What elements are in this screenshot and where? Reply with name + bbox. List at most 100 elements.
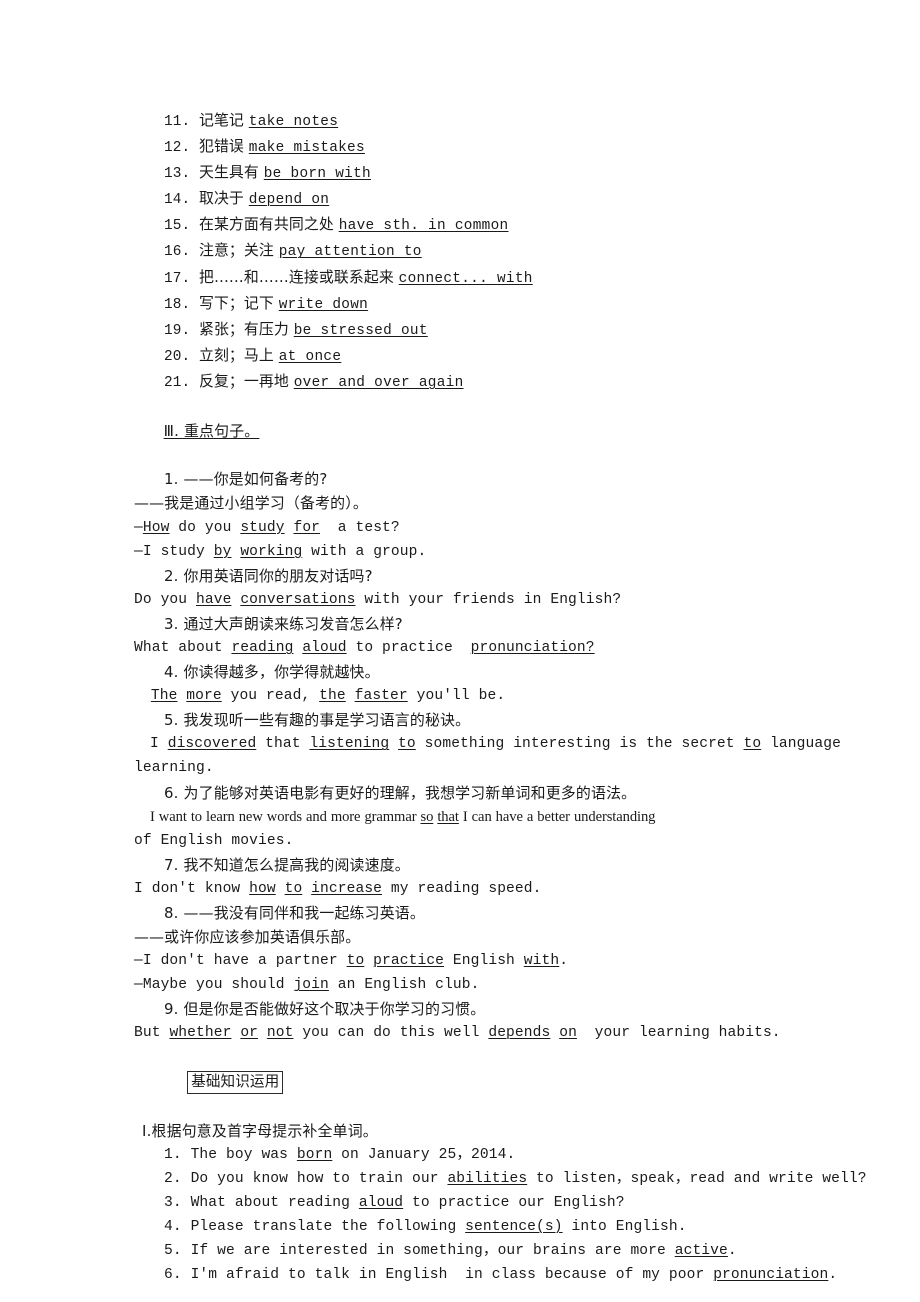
underlined-answer: for	[293, 519, 321, 536]
vocabulary-item-chinese: 反复；一再地	[198, 371, 294, 390]
underlined-answer: active	[674, 1243, 728, 1260]
plain-text: I can have a better understanding	[458, 808, 656, 825]
dash-prefix: —	[134, 519, 143, 536]
plain-text: Do you	[134, 591, 197, 608]
vocabulary-item-number: 15.	[164, 218, 199, 235]
sentence-line-english: But whether or not you can do this well …	[134, 1021, 794, 1045]
sentence-line-chinese: 9. 但是你是否能做好这个取决于你学习的习惯。	[164, 1000, 486, 1019]
plain-text	[231, 1025, 240, 1041]
exercise-item-number: 2.	[164, 1170, 191, 1187]
sentence-line-english: Do you have conversations with your frie…	[134, 588, 794, 612]
plain-text	[231, 544, 240, 560]
underlined-answer: pronunciation	[713, 1267, 829, 1284]
plain-text: The boy was	[190, 1146, 297, 1163]
exercise-item-number: 5.	[164, 1243, 191, 1260]
underlined-answer: aloud	[358, 1194, 404, 1211]
plain-text: I	[150, 736, 168, 753]
vocabulary-item-chinese: 天生具有	[198, 163, 264, 182]
underlined-answer: study	[240, 519, 285, 536]
exercise-item: 3. What about reading aloud to practice …	[134, 1191, 794, 1215]
vocabulary-item-number: 12.	[164, 140, 199, 157]
sentence-line-chinese: 5. 我发现听一些有趣的事是学习语言的秘诀。	[164, 711, 471, 730]
sentence-line-english: What about reading aloud to practice pro…	[134, 636, 794, 660]
exercise-item-number: 4.	[164, 1218, 191, 1235]
vocabulary-item-english: be stressed out	[293, 322, 428, 339]
plain-text: English	[444, 953, 524, 970]
underlined-answer: to	[398, 736, 416, 753]
vocabulary-item-number: 20.	[164, 348, 199, 365]
underlined-answer: or	[240, 1025, 259, 1042]
dash-prefix: —	[134, 543, 143, 560]
vocabulary-item-number: 18.	[164, 296, 199, 313]
page-content: 11. 记笔记 take notes 12. 犯错误 make mistakes 1…	[134, 108, 866, 1288]
plain-text	[346, 688, 355, 704]
sentence-line-english: I discovered that listening to something…	[134, 732, 841, 756]
vocabulary-item-english: make mistakes	[248, 140, 365, 157]
vocabulary-item: 15. 在某方面有共同之处 have sth. in common	[134, 212, 794, 238]
vocabulary-item-number: 16.	[164, 244, 199, 261]
vocabulary-item-chinese: 在某方面有共同之处	[198, 215, 339, 234]
sentence-line-chinese: 8. ——我没有同伴和我一起练习英语。	[164, 904, 425, 922]
plain-text: Maybe you should	[142, 977, 294, 994]
vocabulary-item: 12. 犯错误 make mistakes	[134, 134, 794, 160]
underlined-answer: so	[420, 808, 434, 825]
plain-text: But	[134, 1025, 170, 1042]
plain-text: with your friends in English?	[355, 591, 622, 608]
underlined-answer: that	[437, 808, 459, 825]
sentence-line-chinese: 4. 你读得越多，你学得就越快。	[164, 663, 380, 682]
underlined-answer: not	[266, 1025, 294, 1042]
plain-text: .	[559, 953, 569, 970]
underlined-answer: with	[523, 953, 560, 970]
vocabulary-item-english: be born with	[263, 166, 371, 183]
vocabulary-list: 11. 记笔记 take notes 12. 犯错误 make mistakes 1…	[134, 108, 794, 395]
plain-text: you'll be.	[407, 688, 506, 705]
plain-text	[293, 640, 302, 656]
sentence-line-english: learning.	[134, 760, 214, 777]
plain-text	[231, 592, 240, 608]
underlined-answer: faster	[354, 688, 408, 705]
dash-prefix	[142, 688, 151, 704]
vocabulary-item-number: 13.	[164, 166, 199, 183]
plain-text: you can do this well	[293, 1025, 489, 1042]
plain-text: on January 25，2014.	[332, 1146, 516, 1163]
plain-text: with a group.	[302, 543, 427, 560]
underlined-answer: join	[293, 977, 329, 994]
vocabulary-item-chinese: 把……和……连接或联系起来	[198, 267, 399, 286]
vocabulary-item: 14. 取决于 depend on	[134, 186, 794, 212]
underlined-answer: to	[743, 736, 762, 753]
plain-text: language	[761, 736, 841, 753]
underlined-answer: by	[213, 543, 232, 560]
plain-text: into English.	[562, 1218, 687, 1235]
exercise-item-number: 3.	[164, 1194, 191, 1211]
exercise-item: 5. If we are interested in something，our…	[134, 1239, 794, 1263]
vocabulary-item-number: 14.	[164, 192, 199, 209]
underlined-answer: abilities	[447, 1170, 528, 1187]
vocabulary-item-chinese: 取决于	[198, 189, 249, 208]
plain-text: .	[727, 1243, 737, 1260]
plain-text: .	[828, 1267, 838, 1284]
exercise-item-number: 1.	[164, 1146, 191, 1163]
plain-text: I want to learn new words and more gramm…	[150, 808, 421, 825]
underlined-answer: The	[150, 688, 178, 705]
plain-text: something interesting is the secret	[415, 736, 744, 753]
exercise-list: 1. The boy was born on January 25，2014. 2…	[134, 1143, 866, 1288]
plain-text	[364, 953, 373, 969]
sentence-line-english: of English movies.	[134, 832, 294, 849]
vocabulary-item-chinese: 犯错误	[198, 137, 249, 156]
plain-text	[276, 881, 285, 897]
vocabulary-item: 11. 记笔记 take notes	[134, 108, 794, 134]
document-page: 11. 记笔记 take notes 12. 犯错误 make mistakes 1…	[0, 0, 920, 1302]
sentence-line-chinese: 6. 为了能够对英语电影有更好的理解，我想学习新单词和更多的语法。	[164, 783, 637, 802]
key-sentences-list: 1. ——你是如何备考的? ——我是通过小组学习（备考的）。 —How do you…	[134, 467, 841, 1045]
exercise-item-number: 6.	[164, 1267, 191, 1284]
sentence-line-chinese: ——或许你应该参加英语俱乐部。	[134, 928, 361, 947]
plain-text: my reading speed.	[382, 880, 542, 897]
sentence-line-chinese: ——我是通过小组学习（备考的）。	[134, 494, 369, 513]
vocabulary-item-number: 21.	[164, 374, 199, 391]
plain-text	[258, 1025, 267, 1041]
plain-text: If we are interested in something，our br…	[190, 1243, 675, 1260]
vocabulary-item: 21. 反复；一再地 over and over again	[134, 369, 794, 395]
vocabulary-item-english: at once	[278, 348, 342, 365]
plain-text: What about	[134, 639, 232, 656]
underlined-answer: pronunciation?	[470, 639, 595, 656]
